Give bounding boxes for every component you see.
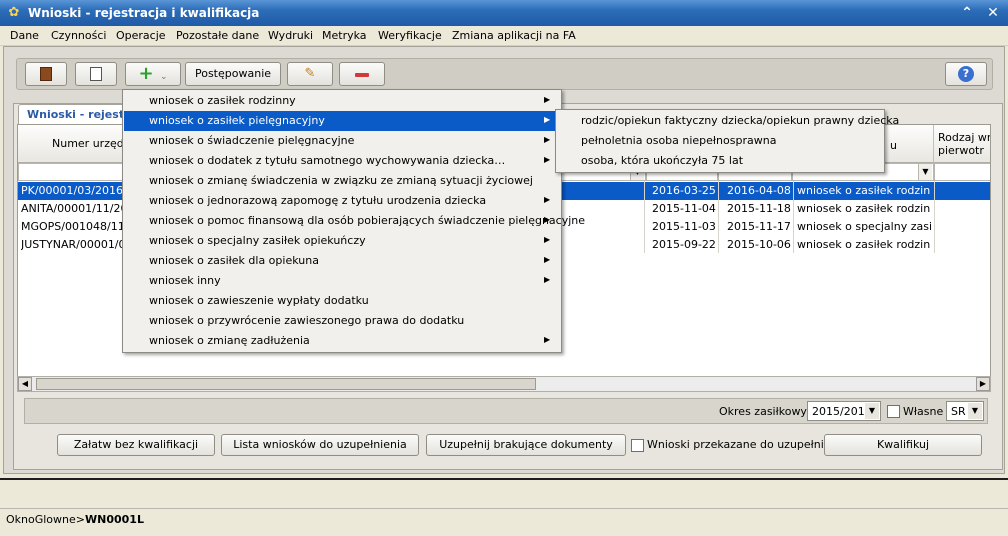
menu-item-zasilek-dla-opiekuna[interactable]: wniosek o zasiłek dla opiekuna ▶ (124, 251, 560, 271)
chevron-right-icon: ▶ (544, 335, 551, 344)
chevron-right-icon: ▶ (544, 235, 551, 244)
minimize-icon[interactable]: ⌃ (958, 5, 976, 21)
menu-zmiana-aplikacji[interactable]: Zmiana aplikacji na FA (452, 29, 576, 42)
column-divider (718, 181, 719, 253)
chevron-down-icon: ▼ (968, 403, 982, 419)
help-icon: ? (958, 66, 974, 82)
breadcrumb: OknoGlowne>WN0001L (6, 513, 144, 526)
chevron-right-icon: ▶ (544, 135, 551, 144)
delete-button[interactable] (339, 62, 385, 86)
przekazane-label: Wnioski przekazane do uzupełnienia (647, 438, 848, 451)
chevron-down-icon: ▼ (865, 403, 879, 419)
submenu-item-pelnoletnia-osoba[interactable]: pełnoletnia osoba niepełnosprawna (557, 131, 883, 151)
menu-item-jednorazowa-zapomoga[interactable]: wniosek o jednorazową zapomogę z tytułu … (124, 191, 560, 211)
filter-panel: Okres zasiłkowy: 2015/2016 ▼ Własne SR ▼ (24, 398, 988, 424)
uzupelnij-dokumenty-button[interactable]: Uzupełnij brakujące dokumenty (426, 434, 626, 456)
okres-label: Okres zasiłkowy: (719, 405, 810, 418)
title-bar: ✿ Wnioski - rejestracja i kwalifikacja ⌃… (0, 0, 1008, 26)
menu-item-swiadczenie-pielegnacyjne[interactable]: wniosek o świadczenie pielęgnacyjne ▶ (124, 131, 560, 151)
zalatw-bez-kwalifikacji-button[interactable]: Załatw bez kwalifikacji (57, 434, 215, 456)
submenu-item-osoba-75-lat[interactable]: osoba, która ukończyła 75 lat (557, 151, 883, 171)
wlasne-checkbox[interactable] (887, 405, 900, 418)
menu-item-zmiana-zadluzenia[interactable]: wniosek o zmianę zadłużenia ▶ (124, 331, 560, 351)
minus-icon (355, 73, 369, 77)
scroll-thumb[interactable] (36, 378, 536, 390)
close-icon[interactable]: ✕ (984, 5, 1002, 21)
edit-button[interactable]: ✎ (287, 62, 333, 86)
menu-pozostale-dane[interactable]: Pozostałe dane (176, 29, 259, 42)
tab-wnioski[interactable]: Wnioski - rejestr (18, 104, 130, 124)
edit-icon: ✎ (304, 66, 316, 81)
menu-item-zasilek-rodzinny[interactable]: wniosek o zasiłek rodzinny ▶ (124, 91, 560, 111)
menu-czynnosci[interactable]: Czynności (51, 29, 106, 42)
lower-area (0, 478, 1008, 508)
column-divider (644, 181, 645, 253)
chevron-right-icon: ▶ (544, 215, 551, 224)
menu-operacje[interactable]: Operacje (116, 29, 166, 42)
chevron-right-icon: ▶ (544, 115, 551, 124)
sr-select[interactable]: SR ▼ (946, 401, 984, 421)
chevron-right-icon: ▶ (544, 195, 551, 204)
wlasne-label: Własne (903, 405, 944, 418)
scroll-left-icon[interactable]: ◀ (18, 377, 32, 391)
help-button[interactable]: ? (945, 62, 987, 86)
filter-numer[interactable] (18, 163, 138, 181)
tab-label: Wnioski - rejestr (27, 108, 130, 121)
add-button[interactable]: + ⌄ (125, 62, 181, 86)
chevron-down-icon: ⌄ (157, 72, 168, 82)
menu-metryka[interactable]: Metryka (322, 29, 367, 42)
plus-icon: + (138, 63, 154, 84)
document-icon (90, 67, 102, 81)
przekazane-checkbox[interactable] (631, 439, 644, 452)
menu-item-przywrocenie-prawa[interactable]: wniosek o przywrócenie zawieszonego praw… (124, 311, 560, 331)
kwalifikuj-button[interactable]: Kwalifikuj (824, 434, 982, 456)
postepowanie-button[interactable]: Postępowanie (185, 62, 281, 86)
toolbar: + ⌄ Postępowanie ✎ ? (16, 58, 993, 90)
menu-item-zawieszenie-wyplaty[interactable]: wniosek o zawieszenie wypłaty dodatku (124, 291, 560, 311)
horizontal-scrollbar[interactable]: ◀ ▶ (17, 376, 991, 392)
add-application-menu: wniosek o zasiłek rodzinny ▶ wniosek o za… (122, 89, 585, 353)
zasilek-pielegnacyjny-submenu: rodzic/opiekun faktyczny dziecka/opiekun… (555, 109, 899, 173)
menu-item-specjalny-zasilek[interactable]: wniosek o specjalny zasiłek opiekuńczy ▶ (124, 231, 560, 251)
menu-item-dodatek-samotnego[interactable]: wniosek o dodatek z tytułu samotnego wyc… (124, 151, 560, 171)
menu-item-wniosek-inny[interactable]: wniosek inny ▶ (124, 271, 560, 291)
filter-rodzaj-wn[interactable] (934, 163, 990, 181)
menu-bar: Dane Czynności Operacje Pozostałe dane W… (0, 26, 1008, 46)
lista-wnioskow-button[interactable]: Lista wniosków do uzupełnienia (221, 434, 419, 456)
chevron-right-icon: ▶ (544, 255, 551, 264)
column-divider (793, 181, 794, 253)
app-icon: ✿ (8, 5, 20, 20)
chevron-right-icon: ▶ (544, 275, 551, 284)
door-icon (40, 67, 52, 81)
submenu-item-rodzic-opiekun[interactable]: rodzic/opiekun faktyczny dziecka/opiekun… (557, 111, 899, 131)
okres-select[interactable]: 2015/2016 ▼ (807, 401, 881, 421)
header-numer[interactable]: Numer urzędow (18, 125, 139, 163)
document-button[interactable] (75, 62, 117, 86)
menu-dane[interactable]: Dane (10, 29, 39, 42)
chevron-right-icon: ▶ (544, 95, 551, 104)
menu-item-zasilek-pielegnacyjny[interactable]: wniosek o zasiłek pielęgnacyjny ▶ (124, 111, 560, 131)
menu-item-pomoc-finansowa[interactable]: wniosek o pomoc finansową dla osób pobie… (124, 211, 585, 231)
chevron-right-icon: ▶ (544, 155, 551, 164)
scroll-right-icon[interactable]: ▶ (976, 377, 990, 391)
status-bar: OknoGlowne>WN0001L (0, 508, 1008, 536)
menu-item-zmiana-swiadczenia[interactable]: wniosek o zmianę świadczenia w związku z… (124, 171, 560, 191)
column-divider (934, 181, 935, 253)
header-rodzaj-wn[interactable]: Rodzaj wn pierwotr (934, 125, 990, 163)
window-title: Wnioski - rejestracja i kwalifikacja (28, 6, 260, 20)
chevron-down-icon[interactable]: ▼ (918, 164, 932, 180)
menu-wydruki[interactable]: Wydruki (268, 29, 313, 42)
menu-weryfikacje[interactable]: Weryfikacje (378, 29, 442, 42)
exit-button[interactable] (25, 62, 67, 86)
